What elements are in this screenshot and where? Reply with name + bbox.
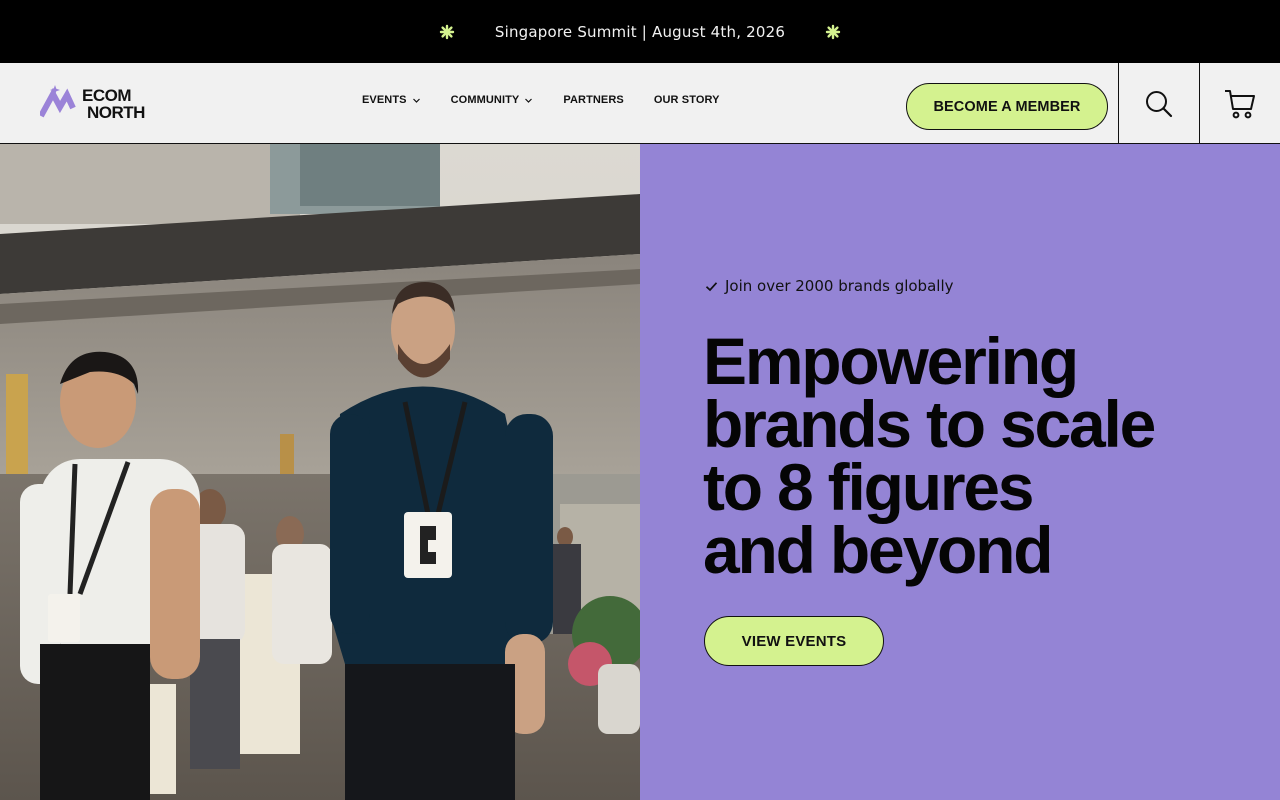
check-icon xyxy=(705,281,718,291)
chevron-down-icon xyxy=(525,98,533,103)
brand-logo[interactable]: ECOM NORTH xyxy=(40,85,160,123)
nav-item-label: COMMUNITY xyxy=(450,94,520,106)
nav-item-events[interactable]: EVENTS xyxy=(362,94,421,106)
headline-line: to 8 figures xyxy=(703,450,1035,524)
become-member-button[interactable]: BECOME A MEMBER xyxy=(906,83,1108,130)
asterisk-icon xyxy=(439,24,455,40)
brand-line-1: ECOM xyxy=(82,86,131,105)
headline-line: and beyond xyxy=(703,513,1054,587)
hero-tagline: Join over 2000 brands globally xyxy=(705,277,954,295)
brand-line-2: NORTH xyxy=(87,103,145,122)
search-icon xyxy=(1146,90,1173,117)
main-nav: EVENTS COMMUNITY PARTNERS OUR STORY xyxy=(362,94,750,106)
nav-item-label: OUR STORY xyxy=(653,94,720,106)
cart-button[interactable] xyxy=(1199,63,1280,144)
hero-photo xyxy=(0,144,640,800)
logo-mark-icon xyxy=(40,85,76,118)
nav-item-our-story[interactable]: OUR STORY xyxy=(654,94,720,106)
hero-tagline-text: Join over 2000 brands globally xyxy=(725,277,954,295)
headline-line: Empowering xyxy=(703,324,1079,398)
nav-item-community[interactable]: COMMUNITY xyxy=(451,94,534,106)
announcement-bar: Singapore Summit | August 4th, 2026 xyxy=(0,0,1280,63)
nav-item-label: EVENTS xyxy=(362,94,407,106)
cart-icon xyxy=(1225,89,1255,118)
announcement-text[interactable]: Singapore Summit | August 4th, 2026 xyxy=(495,23,785,41)
brand-wordmark: ECOM NORTH xyxy=(82,87,145,121)
hero-headline: Empowering brands to scale to 8 figures … xyxy=(703,324,1223,587)
asterisk-icon xyxy=(825,24,841,40)
site-header: ECOM NORTH EVENTS COMMUNITY PARTNERS OUR… xyxy=(0,63,1280,144)
headline-line: brands to scale xyxy=(703,387,1156,461)
search-button[interactable] xyxy=(1118,63,1199,144)
hero-panel: Join over 2000 brands globally Empowerin… xyxy=(640,144,1280,800)
nav-item-label: PARTNERS xyxy=(563,94,624,106)
view-events-button[interactable]: VIEW EVENTS xyxy=(704,616,884,666)
hero-photo-illustration xyxy=(0,144,640,800)
chevron-down-icon xyxy=(412,98,420,103)
nav-item-partners[interactable]: PARTNERS xyxy=(563,94,624,106)
